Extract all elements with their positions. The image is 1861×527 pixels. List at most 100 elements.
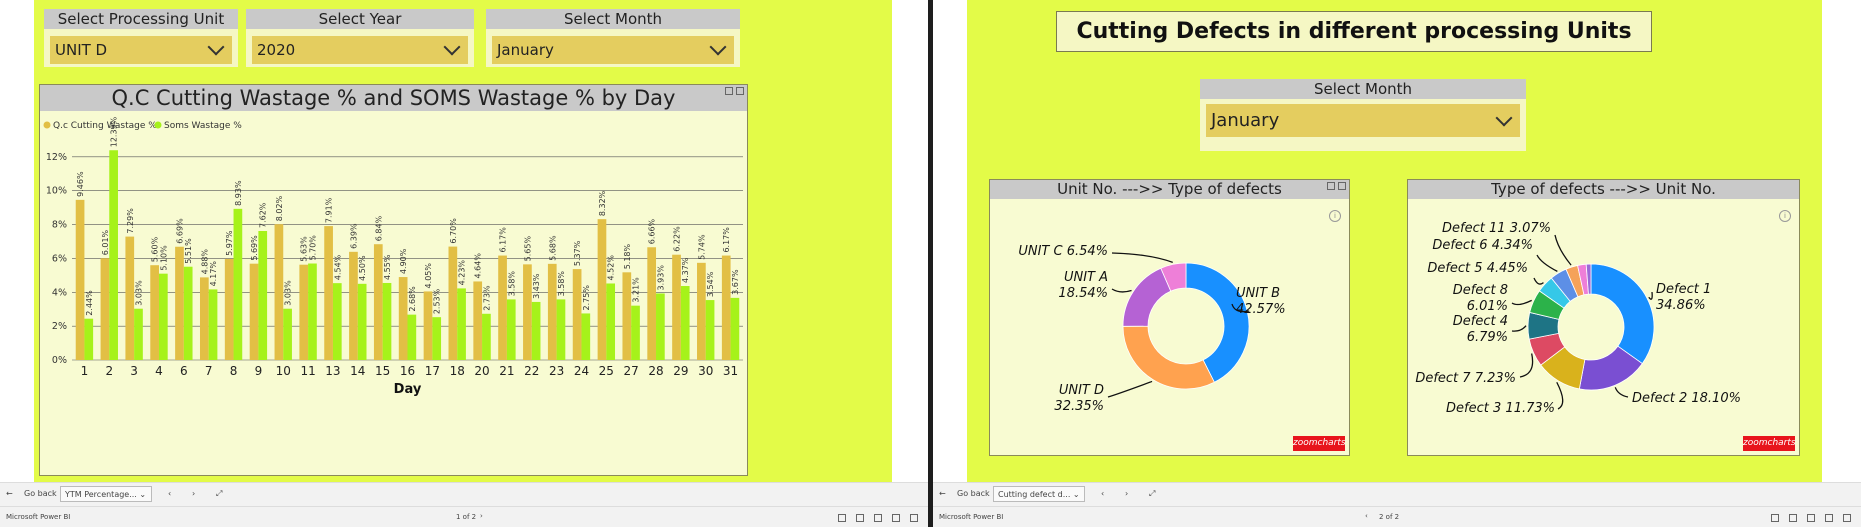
fullscreen-icon[interactable]: ⤢ <box>1149 489 1155 499</box>
month-dropdown[interactable]: January <box>492 36 734 64</box>
bar-soms <box>208 289 218 360</box>
share-icon[interactable] <box>1825 514 1833 522</box>
slice-label-value: 6.54% <box>1067 244 1108 259</box>
donut-defects-visual[interactable]: Type of defects --->> Unit No. i Defect … <box>1407 179 1800 456</box>
data-label-soms: 2.68% <box>408 286 417 312</box>
data-label-soms: 5.51% <box>184 238 193 264</box>
bar-soms <box>730 297 740 360</box>
leader-line <box>1519 353 1534 378</box>
bar-qc <box>597 219 607 360</box>
month-slicer: Select Month January <box>1200 79 1526 151</box>
facebook-icon[interactable] <box>874 514 882 522</box>
data-label-soms: 3.03% <box>134 280 143 306</box>
data-label-qc: 6.17% <box>499 227 508 253</box>
month-dropdown-value: January <box>497 41 554 59</box>
next-arrow-icon[interactable]: › <box>1125 489 1128 498</box>
prev-arrow-icon[interactable]: ‹ <box>168 489 171 498</box>
bar-soms <box>233 208 243 360</box>
x-tick-label: 17 <box>425 364 440 378</box>
data-label-soms: 2.75% <box>582 285 591 311</box>
status-bar: Microsoft Power BI 1 of 2 › <box>0 506 928 527</box>
unit-dropdown[interactable]: UNIT D <box>50 36 232 64</box>
page-tab-selector[interactable]: Cutting defect d... ⌄ <box>993 486 1085 502</box>
go-back-button[interactable]: Go back <box>957 489 990 498</box>
data-label-qc: 8.02% <box>275 195 284 221</box>
report-window-2: Cutting Defects in different processing … <box>933 0 1861 527</box>
next-arrow-icon[interactable]: › <box>192 489 195 498</box>
prev-page-icon[interactable]: ‹ <box>1365 512 1368 520</box>
filter-icon[interactable] <box>725 87 733 95</box>
bar-qc <box>473 281 483 360</box>
bar-qc <box>125 236 135 360</box>
slice-label-name: UNIT A <box>1064 270 1108 285</box>
next-page-icon[interactable]: › <box>480 512 483 520</box>
data-label-soms: 3.93% <box>656 265 665 291</box>
donut-slice <box>1122 325 1215 390</box>
data-label-qc: 5.18% <box>623 243 632 269</box>
data-label-qc: 6.69% <box>175 218 184 244</box>
go-back-button[interactable]: Go back <box>24 489 57 498</box>
zoomcharts-logo: zoomcharts <box>1743 436 1796 451</box>
page-nav-bar: ← Go back Cutting defect d... ⌄ ‹ › ⤢ <box>933 482 1861 507</box>
chevron-down-icon[interactable] <box>1495 109 1513 127</box>
year-dropdown[interactable]: 2020 <box>252 36 468 64</box>
bar-qc <box>224 258 234 360</box>
slice-label-name: Defect 3 <box>1446 401 1505 416</box>
unit-slicer: Select Processing Unit UNIT D <box>44 9 238 67</box>
facebook-icon[interactable] <box>1807 514 1815 522</box>
linkedin-icon[interactable] <box>1771 514 1779 522</box>
twitter-icon[interactable] <box>856 514 864 522</box>
data-label-qc: 8.32% <box>598 190 607 216</box>
chevron-down-icon <box>207 38 225 56</box>
data-label-soms: 3.67% <box>731 269 740 295</box>
fullscreen-icon[interactable]: ⤢ <box>216 489 222 499</box>
bar-qc <box>423 291 433 360</box>
bar-qc <box>398 277 408 360</box>
bar-qc <box>199 277 209 360</box>
expand-icon[interactable] <box>910 514 918 522</box>
share-icon[interactable] <box>892 514 900 522</box>
bar-qc <box>274 224 284 360</box>
bar-qc <box>75 199 85 360</box>
bar-qc <box>697 262 706 360</box>
x-tick-label: 13 <box>325 364 340 378</box>
month-dropdown[interactable]: January <box>1206 104 1520 137</box>
x-tick-label: 15 <box>375 364 390 378</box>
bar-qc <box>349 251 358 360</box>
slice-label: UNIT C 6.54% <box>1018 244 1108 259</box>
bar-soms <box>581 313 591 360</box>
data-label-qc: 5.69% <box>250 235 259 261</box>
focus-mode-icon[interactable] <box>1338 182 1346 190</box>
linkedin-icon[interactable] <box>838 514 846 522</box>
bar-soms <box>656 293 665 360</box>
page-tab-label: Cutting defect d... <box>998 490 1071 499</box>
twitter-icon[interactable] <box>1789 514 1797 522</box>
data-label-qc: 7.29% <box>126 208 135 234</box>
slice-label: Defect 2 18.10% <box>1632 391 1741 406</box>
y-tick-label: 2% <box>52 321 67 332</box>
slice-label-name: Defect 8 <box>1453 283 1508 298</box>
data-label-soms: 8.93% <box>234 180 243 206</box>
donut-units-visual[interactable]: Unit No. --->> Type of defects i UNIT B4… <box>989 179 1350 456</box>
data-label-qc: 4.90% <box>399 248 408 274</box>
bar-qc <box>572 269 582 360</box>
slice-label-value: 4.45% <box>1487 261 1528 276</box>
focus-mode-icon[interactable] <box>736 87 744 95</box>
back-arrow-icon[interactable]: ← <box>939 489 946 498</box>
expand-icon[interactable] <box>1843 514 1851 522</box>
bar-soms <box>84 318 94 360</box>
slice-label-name: Defect 7 <box>1415 371 1474 386</box>
leader-line <box>1511 299 1532 306</box>
filter-icon[interactable] <box>1327 182 1335 190</box>
data-label-soms: 4.23% <box>458 260 467 286</box>
x-tick-label: 31 <box>723 364 738 378</box>
bar-qc <box>324 226 333 360</box>
page-tab-selector[interactable]: YTM Percentage... ⌄ <box>60 486 152 502</box>
data-label-soms: 4.52% <box>607 255 616 281</box>
bar-chart-visual[interactable]: Q.C Cutting Wastage % and SOMS Wastage %… <box>39 84 748 476</box>
slice-label: Defect 11 3.07% <box>1442 221 1551 236</box>
slice-label-value: 6.79% <box>1467 330 1508 345</box>
y-tick-label: 10% <box>46 186 67 197</box>
back-arrow-icon[interactable]: ← <box>6 489 13 498</box>
prev-arrow-icon[interactable]: ‹ <box>1101 489 1104 498</box>
